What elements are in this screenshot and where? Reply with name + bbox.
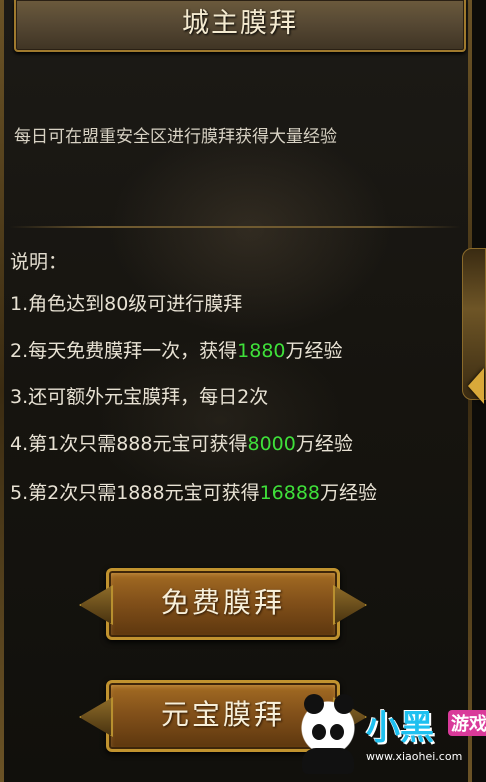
rule-item: 5.第2次只需1888元宝可获得16888万经验 <box>10 478 377 505</box>
title-bar: 城主膜拜 <box>14 0 466 52</box>
rule-unit: 万经验 <box>285 340 343 362</box>
button-ornament <box>79 697 113 737</box>
rule-item: 4.第1次只需888元宝可获得8000万经验 <box>10 429 353 456</box>
divider <box>10 226 460 228</box>
rule-text: 2.每天免费膜拜一次，获得 <box>10 340 238 362</box>
button-ornament <box>79 585 113 625</box>
intro-text: 每日可在盟重安全区进行膜拜获得大量经验 <box>14 127 337 147</box>
chevron-left-icon[interactable] <box>468 368 484 404</box>
panda-logo-icon <box>296 694 360 774</box>
exp-amount: 8000 <box>247 433 296 455</box>
free-worship-button[interactable]: 免费膜拜 <box>79 568 367 640</box>
watermark-url: www.xiaohei.com <box>366 750 463 763</box>
worship-panel: 城主膜拜 每日可在盟重安全区进行膜拜获得大量经验 说明： 1.角色达到80级可进… <box>0 0 486 782</box>
rule-text: 5.第2次只需1888元宝可获得 <box>10 482 260 504</box>
rule-text: 3.还可额外元宝膜拜，每日2次 <box>10 386 269 408</box>
rule-item: 3.还可额外元宝膜拜，每日2次 <box>10 382 268 409</box>
rule-item: 2.每天免费膜拜一次，获得1880万经验 <box>10 336 343 363</box>
site-watermark: 小黑 游戏 www.xiaohei.com <box>296 690 486 782</box>
rule-text: 4.第1次只需888元宝可获得 <box>10 433 248 455</box>
button-ornament <box>333 585 367 625</box>
page-title: 城主膜拜 <box>182 8 298 39</box>
exp-amount: 16888 <box>259 482 321 504</box>
rule-unit: 万经验 <box>320 482 378 504</box>
free-worship-label: 免费膜拜 <box>160 586 285 619</box>
watermark-badge: 游戏 <box>448 710 486 736</box>
rule-unit: 万经验 <box>295 433 353 455</box>
watermark-text: 小黑 <box>366 708 434 748</box>
rule-text: 1.角色达到80级可进行膜拜 <box>10 293 243 315</box>
exp-amount: 1880 <box>237 340 286 362</box>
description-title: 说明： <box>10 251 68 273</box>
rule-item: 1.角色达到80级可进行膜拜 <box>10 289 242 316</box>
frame-left-border <box>0 0 4 782</box>
